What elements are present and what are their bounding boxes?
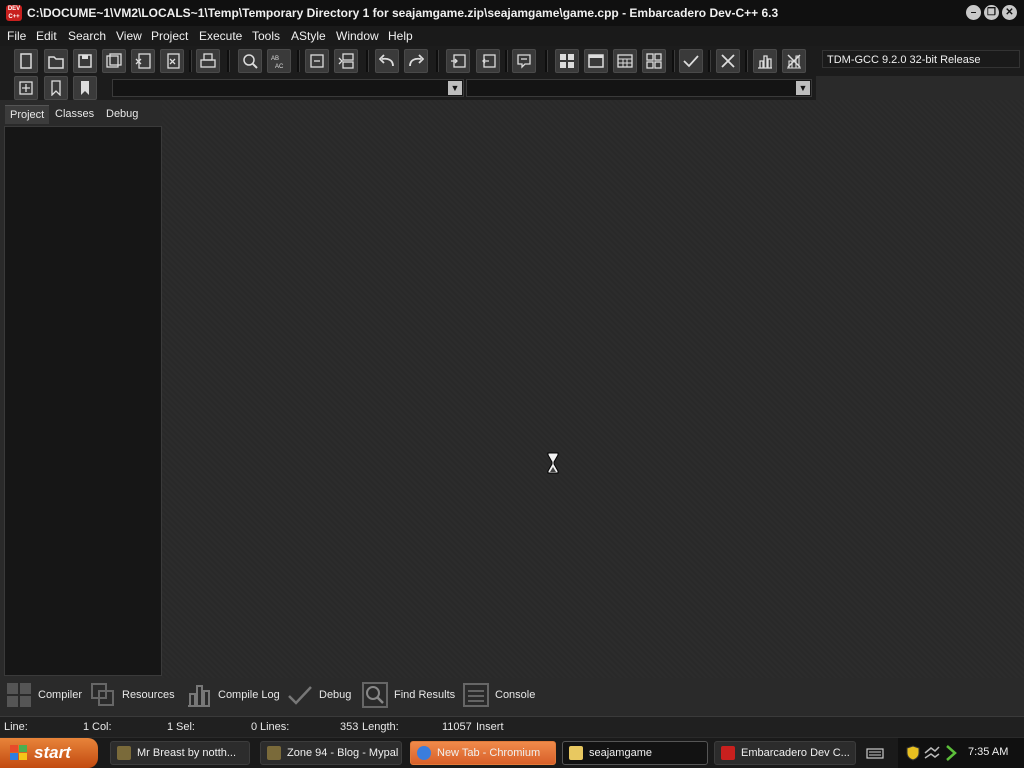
comment-icon[interactable] <box>512 49 536 73</box>
task-zone-94[interactable]: Zone 94 - Blog - Mypal <box>260 741 402 765</box>
status-length-label: Length: <box>362 721 399 733</box>
window-title: C:\DOCUME~1\VM2\LOCALS~1\Temp\Temporary … <box>27 6 779 20</box>
stop-icon[interactable] <box>716 49 740 73</box>
find-results-icon <box>362 682 388 708</box>
status-line-label: Line: <box>4 721 28 733</box>
menu-edit[interactable]: Edit <box>36 29 57 43</box>
svg-text:AC: AC <box>275 64 284 69</box>
secondary-toolbar: ▼ ▼ <box>0 76 816 100</box>
insert-icon[interactable] <box>14 76 38 100</box>
menu-file[interactable]: File <box>7 29 26 43</box>
unindent-icon[interactable] <box>476 49 500 73</box>
title-bar[interactable]: DEV C++ C:\DOCUME~1\VM2\LOCALS~1\Temp\Te… <box>0 0 1024 26</box>
start-button[interactable]: start <box>0 738 98 768</box>
menu-tools[interactable]: Tools <box>252 29 280 43</box>
system-tray: 7:35 AM <box>898 738 1024 768</box>
status-line-value: 1 <box>83 721 90 733</box>
folder-icon <box>569 746 583 760</box>
undo-icon[interactable] <box>375 49 399 73</box>
status-length-value: 11057 <box>442 721 472 733</box>
redo-icon[interactable] <box>404 49 428 73</box>
keyboard-icon[interactable] <box>866 746 884 760</box>
menu-project[interactable]: Project <box>151 29 188 43</box>
window-view-icon[interactable] <box>584 49 608 73</box>
tab-classes[interactable]: Classes <box>50 105 99 123</box>
svg-text:AB: AB <box>271 56 279 62</box>
menu-window[interactable]: Window <box>336 29 379 43</box>
find-icon[interactable] <box>238 49 262 73</box>
bookmark-icon[interactable] <box>44 76 68 100</box>
status-col-value: 1 <box>167 721 174 733</box>
task-mr-breast[interactable]: Mr Breast by notth... <box>110 741 250 765</box>
debug-check-icon <box>288 686 312 705</box>
chart-icon[interactable] <box>753 49 777 73</box>
replace-icon[interactable]: AB AC <box>267 49 291 73</box>
dev-cpp-icon <box>721 746 735 760</box>
menu-search[interactable]: Search <box>68 29 106 43</box>
goto-line-icon[interactable] <box>305 49 329 73</box>
chromium-icon <box>417 746 431 760</box>
console-icon <box>463 683 489 707</box>
task-chromium[interactable]: New Tab - Chromium <box>410 741 556 765</box>
indent-icon[interactable] <box>446 49 470 73</box>
minimize-button[interactable]: – <box>966 5 981 20</box>
resources-icon <box>91 683 114 706</box>
network-icon[interactable] <box>924 746 940 760</box>
check-icon[interactable] <box>679 49 703 73</box>
goto-bookmark-icon[interactable] <box>73 76 97 100</box>
status-bar: Line: 1 Col: 1 Sel: 0 Lines: 353 Length:… <box>0 716 1024 737</box>
status-mode: Insert <box>476 721 504 733</box>
restore-button[interactable]: ❐ <box>984 5 999 20</box>
close-all-icon[interactable] <box>160 49 184 73</box>
compile-log-icon <box>188 685 210 707</box>
menu-help[interactable]: Help <box>388 29 413 43</box>
browser-icon <box>267 746 281 760</box>
table-view-icon[interactable] <box>613 49 637 73</box>
tab-debug[interactable]: Debug <box>101 105 143 123</box>
save-all-icon[interactable] <box>102 49 126 73</box>
toggle-split-icon[interactable] <box>334 49 358 73</box>
project-tree[interactable] <box>4 126 162 676</box>
class-combo[interactable]: ▼ <box>112 79 464 97</box>
menu-astyle[interactable]: AStyle <box>291 29 326 43</box>
browser-icon <box>117 746 131 760</box>
compiler-icon <box>7 683 31 707</box>
new-file-icon[interactable] <box>14 49 38 73</box>
status-lines-label: Lines: <box>260 721 290 733</box>
save-icon[interactable] <box>73 49 97 73</box>
chevron-down-icon[interactable]: ▼ <box>448 81 462 95</box>
menu-view[interactable]: View <box>116 29 142 43</box>
print-icon[interactable] <box>196 49 220 73</box>
tiles-view-icon[interactable] <box>642 49 666 73</box>
toolbar-filler-2 <box>816 76 1024 100</box>
member-combo[interactable]: ▼ <box>466 79 812 97</box>
left-panel-tabs: Project Classes Debug <box>0 102 162 124</box>
menu-bar: File Edit Search View Project Execute To… <box>0 26 1024 46</box>
clock[interactable]: 7:35 AM <box>968 746 1008 758</box>
status-col-label: Col: <box>92 721 112 733</box>
task-seajamgame[interactable]: seajamgame <box>562 741 708 765</box>
close-file-icon[interactable] <box>131 49 155 73</box>
close-button[interactable]: ✕ <box>1002 5 1017 20</box>
shield-icon[interactable] <box>906 745 920 761</box>
task-dev-cpp[interactable]: Embarcadero Dev C... <box>714 741 856 765</box>
open-file-icon[interactable] <box>44 49 68 73</box>
tab-project[interactable]: Project <box>5 105 50 124</box>
safely-remove-icon[interactable] <box>944 745 958 761</box>
app-icon: DEV C++ <box>6 5 22 21</box>
compiler-select[interactable]: TDM-GCC 9.2.0 32-bit Release <box>822 50 1020 68</box>
cancel-icon[interactable] <box>782 49 806 73</box>
status-lines-value: 353 <box>340 721 359 733</box>
chevron-down-icon[interactable]: ▼ <box>796 81 810 95</box>
taskbar: start Mr Breast by notth... Zone 94 - Bl… <box>0 738 1024 768</box>
grid-view-icon[interactable] <box>555 49 579 73</box>
status-sel-label: Sel: <box>176 721 195 733</box>
editor-area[interactable] <box>162 100 1024 678</box>
windows-logo-icon <box>10 745 27 760</box>
status-sel-value: 0 <box>251 721 258 733</box>
menu-execute[interactable]: Execute <box>199 29 242 43</box>
hourglass-cursor-icon <box>547 452 559 474</box>
bottom-panel-tabs: Compiler Resources Compile Log Debug Fin… <box>0 678 1024 712</box>
